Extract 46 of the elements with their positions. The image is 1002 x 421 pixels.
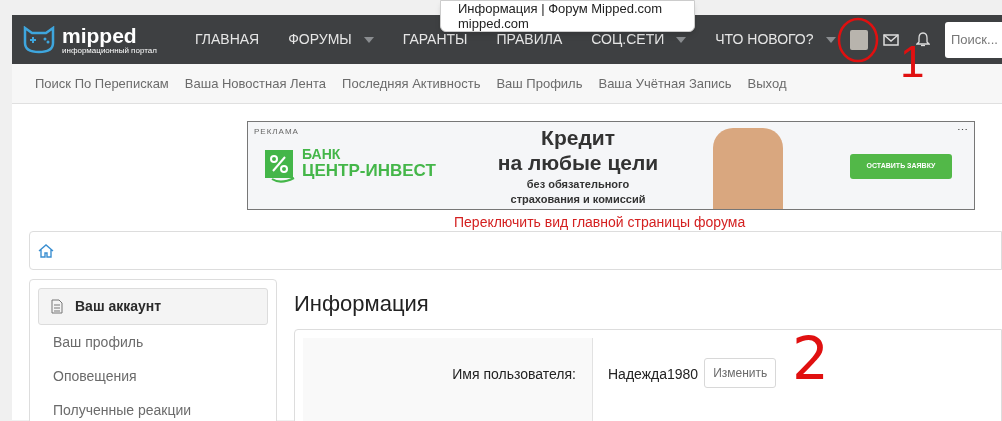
caret-icon — [676, 36, 687, 43]
bank-name: ЦЕНТР-ИНВЕСТ — [302, 162, 436, 179]
ad-subline: страхования и комиссий — [510, 192, 646, 207]
handwritten-number: 2 — [792, 330, 829, 388]
sidebar-header-label: Ваш аккаунт — [75, 297, 162, 316]
ad-subline: без обязательного — [526, 177, 630, 192]
tooltip-url: mipped.com — [458, 16, 530, 31]
search-field[interactable]: Поиск... — [945, 21, 1002, 58]
caret-icon — [825, 36, 836, 43]
document-icon — [51, 299, 63, 314]
subnav-link[interactable]: Последняя Активность — [342, 73, 481, 94]
circle-annotation — [836, 17, 881, 64]
nav-link[interactable]: ЧТО НОВОГО? — [715, 29, 836, 50]
nav-link[interactable]: ГЛАВНАЯ — [195, 29, 260, 50]
field-label: Имя пользователя: — [452, 365, 576, 384]
caret-icon — [363, 36, 374, 43]
sidebar-link[interactable]: Полученные реакции — [38, 393, 268, 421]
subnav-link[interactable]: Ваш Профиль — [496, 73, 583, 94]
mail-icon[interactable] — [882, 33, 899, 46]
sidebar-link[interactable]: Ваш профиль — [38, 325, 268, 359]
ad-headline: на любые цели — [497, 151, 659, 175]
home-icon[interactable] — [38, 243, 54, 258]
nav-link[interactable]: ФОРУМЫ — [288, 29, 374, 50]
switch-view-link[interactable]: Переключить вид главной страницы форума — [454, 212, 746, 233]
nav-link[interactable]: ГАРАНТЫ — [402, 29, 468, 50]
logo-name: mipped — [62, 24, 137, 46]
nav-link[interactable]: СОЦ.СЕТИ — [591, 29, 687, 50]
nav-link[interactable]: ПРАВИЛА — [496, 29, 563, 50]
tooltip-title: Информация | Форум Mipped.com — [458, 1, 664, 16]
ad-label: РЕКЛАМА — [254, 126, 299, 138]
bank-logo-icon — [264, 149, 296, 183]
ad-headline: Кредит — [541, 125, 615, 151]
sidebar-link[interactable]: Оповещения — [38, 359, 268, 393]
subnav-link[interactable]: Поиск По Перепискам — [35, 73, 169, 94]
sidebar-item[interactable]: Ваш аккаунт — [38, 288, 268, 325]
bank-name: БАНК — [302, 147, 341, 161]
change-button[interactable]: Изменить — [704, 358, 777, 388]
subnav-link[interactable]: Ваша Новостная Лента — [184, 73, 327, 94]
avatar[interactable] — [849, 29, 868, 50]
page-title: Информация — [294, 290, 429, 318]
more-icon[interactable]: ⋯ — [957, 122, 968, 139]
gamepad-cat-logo-icon — [22, 25, 56, 54]
subnav-link[interactable]: Выход — [747, 73, 787, 94]
subnav-link[interactable]: Ваша Учётная Запись — [598, 73, 732, 94]
logo-tagline: информационный портал — [62, 46, 157, 55]
username-value: Надежда1980 — [608, 365, 699, 384]
